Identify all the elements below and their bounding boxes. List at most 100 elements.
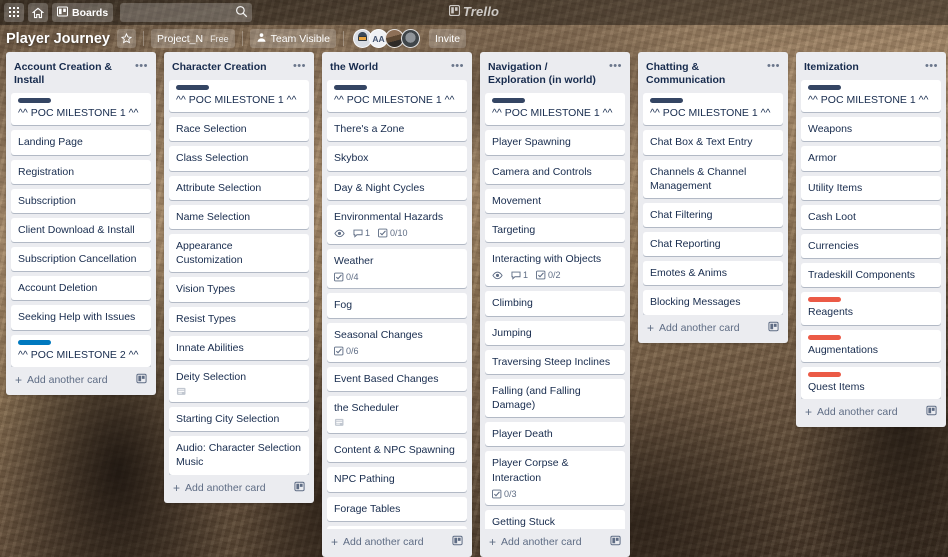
card[interactable]: Player Spawning — [485, 130, 625, 154]
card[interactable]: Cash Loot — [801, 205, 941, 229]
add-another-card-button[interactable]: +Add another card — [485, 529, 625, 552]
list-menu-icon[interactable]: ••• — [135, 61, 148, 70]
card[interactable]: Skybox — [327, 146, 467, 170]
add-another-card-button[interactable]: +Add another card — [11, 367, 151, 390]
card[interactable]: Client Download & Install — [11, 218, 151, 242]
card[interactable]: Player Death — [485, 422, 625, 446]
card[interactable]: Camera and Controls — [485, 160, 625, 184]
card[interactable]: Reagents — [801, 292, 941, 324]
card[interactable]: Account Deletion — [11, 276, 151, 300]
card[interactable]: Player Corpse & Interaction0/3 — [485, 451, 625, 504]
card[interactable]: Falling (and Falling Damage) — [485, 379, 625, 417]
card[interactable]: ^^ POC MILESTONE 1 ^^ — [801, 80, 941, 112]
card-label[interactable] — [650, 98, 683, 103]
card[interactable]: Class Selection — [169, 146, 309, 170]
visibility-button[interactable]: Team Visible — [250, 29, 336, 48]
card[interactable]: Channels & Channel Management — [643, 160, 783, 198]
card[interactable]: Content & NPC Spawning — [327, 438, 467, 462]
grid-apps-icon[interactable] — [4, 3, 24, 22]
card[interactable]: Chat Box & Text Entry — [643, 130, 783, 154]
card[interactable]: Weather0/4 — [327, 249, 467, 288]
card[interactable]: ^^ POC MILESTONE 1 ^^ — [11, 93, 151, 125]
card[interactable]: Climbing — [485, 291, 625, 315]
card-label[interactable] — [18, 98, 51, 103]
card[interactable]: Starting City Selection — [169, 407, 309, 431]
card[interactable]: Fog — [327, 293, 467, 317]
card[interactable]: Environmental Hazards10/10 — [327, 205, 467, 244]
page-title[interactable]: Player Journey — [6, 31, 110, 47]
invite-button[interactable]: Invite — [429, 29, 466, 48]
list-menu-icon[interactable]: ••• — [609, 61, 622, 70]
member-avatar-4[interactable] — [401, 29, 420, 48]
card[interactable]: Seasonal Changes0/6 — [327, 323, 467, 362]
card-template-icon[interactable] — [452, 535, 463, 549]
card[interactable]: Currencies — [801, 234, 941, 258]
card-label[interactable] — [176, 85, 209, 90]
card[interactable]: ^^ POC MILESTONE 1 ^^ — [485, 93, 625, 125]
team-name-button[interactable]: Project_N Free — [151, 29, 235, 48]
card[interactable]: There's a Zone — [327, 117, 467, 141]
card[interactable]: Day & Night Cycles — [327, 176, 467, 200]
list-menu-icon[interactable]: ••• — [451, 61, 464, 70]
card-template-icon[interactable] — [610, 535, 621, 549]
card[interactable]: Utility Items — [801, 176, 941, 200]
card[interactable]: Subscription Cancellation — [11, 247, 151, 271]
list-menu-icon[interactable]: ••• — [767, 61, 780, 70]
card[interactable]: Traversing Steep Inclines — [485, 350, 625, 374]
card-template-icon[interactable] — [926, 405, 937, 419]
card[interactable]: Blocking Messages — [643, 290, 783, 314]
card[interactable]: Getting Stuck — [485, 510, 625, 529]
card[interactable]: Chat Reporting — [643, 232, 783, 256]
add-another-card-button[interactable]: +Add another card — [327, 529, 467, 552]
card[interactable]: Deity Selection — [169, 365, 309, 402]
card[interactable]: Resist Types — [169, 307, 309, 331]
list-title[interactable]: Character Creation — [172, 61, 267, 74]
card[interactable]: ^^ POC MILESTONE 1 ^^ — [169, 80, 309, 112]
card[interactable]: Chat Filtering — [643, 203, 783, 227]
add-another-card-button[interactable]: +Add another card — [801, 399, 941, 422]
card[interactable]: Seeking Help with Issues — [11, 305, 151, 329]
card[interactable]: Augmentations — [801, 330, 941, 362]
card[interactable]: ^^ POC MILESTONE 1 ^^ — [327, 80, 467, 112]
card-label[interactable] — [808, 85, 841, 90]
card[interactable]: Jumping — [485, 321, 625, 345]
card[interactable]: Event Based Changes — [327, 367, 467, 391]
card-label[interactable] — [492, 98, 525, 103]
card[interactable]: Armor — [801, 146, 941, 170]
list-title[interactable]: Chatting & Communication — [646, 61, 763, 87]
card[interactable]: Name Selection — [169, 205, 309, 229]
card[interactable]: Forage Tables — [327, 497, 467, 521]
card[interactable]: Quest Items — [801, 367, 941, 399]
card[interactable]: ^^ POC MILESTONE 1 ^^ — [643, 93, 783, 125]
list-title[interactable]: Itemization — [804, 61, 859, 74]
card[interactable]: Emotes & Anims — [643, 261, 783, 285]
list-menu-icon[interactable]: ••• — [293, 61, 306, 70]
search-input[interactable] — [120, 3, 252, 22]
add-another-card-button[interactable]: +Add another card — [643, 315, 783, 338]
card-template-icon[interactable] — [294, 481, 305, 495]
add-another-card-button[interactable]: +Add another card — [169, 475, 309, 498]
card[interactable]: Appearance Customization — [169, 234, 309, 272]
card-template-icon[interactable] — [136, 373, 147, 387]
card[interactable]: Subscription — [11, 189, 151, 213]
card-label[interactable] — [18, 340, 51, 345]
card[interactable]: Movement — [485, 189, 625, 213]
card[interactable]: Attribute Selection — [169, 176, 309, 200]
card[interactable]: Tradeskill Components — [801, 263, 941, 287]
list-title[interactable]: Navigation / Exploration (in world) — [488, 61, 605, 87]
card-label[interactable] — [334, 85, 367, 90]
card[interactable]: Targeting — [485, 218, 625, 242]
card-template-icon[interactable] — [768, 321, 779, 335]
card[interactable]: Innate Abilities — [169, 336, 309, 360]
card[interactable]: ^^ POC MILESTONE 2 ^^ — [11, 335, 151, 367]
card[interactable]: Registration — [11, 160, 151, 184]
card-label[interactable] — [808, 297, 841, 302]
card[interactable]: NPC Pathing — [327, 467, 467, 491]
list-title[interactable]: Account Creation & Install — [14, 61, 131, 87]
card[interactable]: Vision Types — [169, 277, 309, 301]
list-title[interactable]: the World — [330, 61, 378, 74]
card[interactable]: Landing Page — [11, 130, 151, 154]
card[interactable]: Audio: Character Selection Music — [169, 436, 309, 474]
card[interactable]: Race Selection — [169, 117, 309, 141]
list-menu-icon[interactable]: ••• — [925, 61, 938, 70]
